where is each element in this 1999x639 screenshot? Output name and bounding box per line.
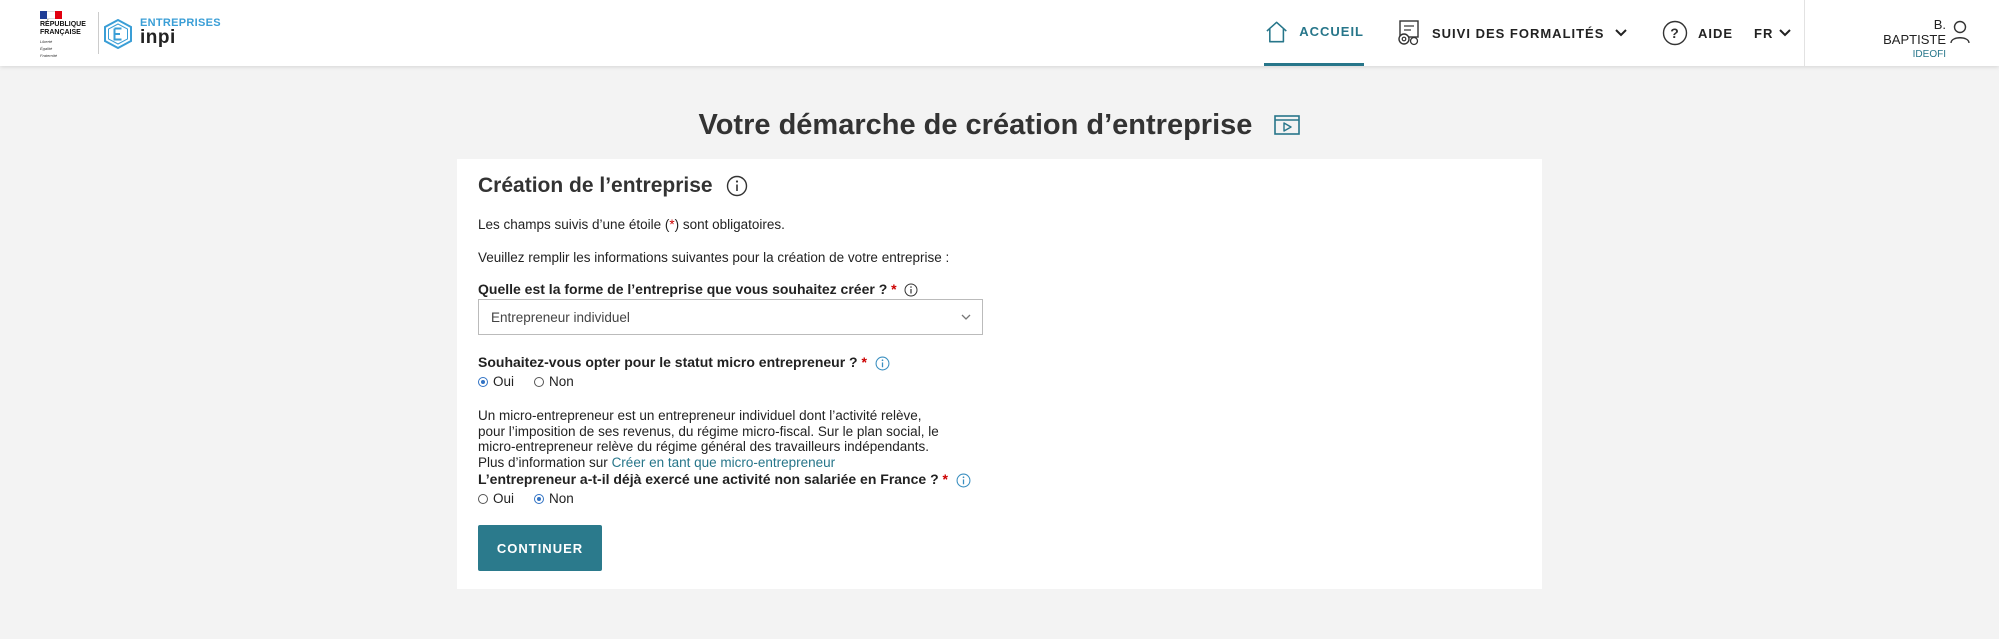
intro-text: Veuillez remplir les informations suivan… — [478, 250, 950, 265]
help-icon: ? — [1662, 20, 1688, 46]
chevron-down-icon — [1779, 29, 1792, 37]
required-note-end: ) sont obligatoires. — [674, 217, 785, 232]
micro-oui-label: Oui — [493, 374, 515, 389]
question-activite-label: L’entrepreneur a-t-il déjà exercé une ac… — [478, 471, 939, 487]
question-micro: Souhaitez-vous opter pour le statut micr… — [478, 354, 890, 371]
page-title: Votre démarche de création d’entreprise — [698, 108, 1253, 141]
page-title-row: Votre démarche de création d’entreprise — [0, 108, 1999, 142]
description-line-2: pour l’imposition de ses revenus, du rég… — [478, 423, 939, 439]
question-activite: L’entrepreneur a-t-il déjà exercé une ac… — [478, 471, 971, 488]
micro-non-radio[interactable] — [534, 376, 545, 387]
info-icon[interactable] — [956, 473, 971, 488]
inpi-e-logo-icon[interactable] — [104, 19, 132, 49]
required-star: * — [861, 354, 867, 370]
rf-motto-2: Égalité — [40, 46, 53, 51]
required-note-start: Les champs suivis d’une étoile ( — [478, 217, 670, 232]
rf-motto-1: Liberté — [40, 39, 53, 44]
activite-non-label: Non — [549, 491, 574, 506]
top-header: RÉPUBLIQUE FRANÇAISE Liberté Égalité Fra… — [0, 0, 1999, 66]
description-more: Plus d’information sur Créer en tant que… — [478, 455, 978, 471]
description-line-1: Un micro-entrepreneur est un entrepreneu… — [478, 408, 922, 423]
forme-entreprise-value: Entrepreneur individuel — [491, 310, 630, 325]
activite-oui-radio[interactable] — [478, 493, 488, 504]
nav-suivi-formalites[interactable]: SUIVI DES FORMALITÉS — [1394, 0, 1628, 66]
home-icon — [1266, 21, 1287, 42]
micro-non-option[interactable]: Non — [534, 374, 574, 389]
micro-entrepreneur-link[interactable]: Créer en tant que micro-entrepreneur — [612, 455, 836, 470]
rf-logo-line-1: RÉPUBLIQUE — [40, 21, 86, 28]
micro-description: Un micro-entrepreneur est un entrepreneu… — [478, 408, 978, 470]
continue-button[interactable]: CONTINUER — [478, 525, 602, 571]
required-star: * — [891, 281, 897, 297]
required-star: * — [942, 471, 948, 487]
nav-aide[interactable]: ? AIDE — [1662, 0, 1733, 66]
micro-non-label: Non — [549, 374, 574, 389]
description-more-prefix: Plus d’information sur — [478, 454, 612, 470]
forme-entreprise-select[interactable]: Entrepreneur individuel — [478, 299, 983, 335]
creation-form-card: Création de l’entreprise Les champs suiv… — [457, 159, 1542, 589]
formalities-gear-icon — [1398, 20, 1419, 46]
rf-motto-3: Fraternité — [40, 53, 58, 58]
republique-francaise-logo[interactable]: RÉPUBLIQUE FRANÇAISE Liberté Égalité Fra… — [40, 11, 94, 58]
nav-accueil-label: ACCUEIL — [1299, 24, 1364, 39]
svg-text:?: ? — [1670, 25, 1680, 41]
activite-oui-option[interactable]: Oui — [478, 491, 514, 506]
micro-radio-group: Oui Non — [478, 374, 594, 389]
video-tutorial-icon[interactable] — [1274, 114, 1301, 136]
question-forme-label: Quelle est la forme de l’entreprise que … — [478, 281, 888, 297]
nav-aide-label: AIDE — [1698, 25, 1734, 41]
user-icon[interactable] — [1950, 20, 1970, 44]
user-name: B. BAPTISTE — [1883, 17, 1946, 47]
question-forme: Quelle est la forme de l’entreprise que … — [478, 281, 918, 297]
nav-accueil[interactable]: ACCUEIL — [1264, 0, 1364, 66]
required-note: Les champs suivis d’une étoile (*) sont … — [478, 217, 785, 232]
french-flag-icon — [40, 11, 62, 19]
card-title-row: Création de l’entreprise — [478, 174, 748, 198]
language-label: FR — [1754, 25, 1774, 41]
question-micro-label: Souhaitez-vous opter pour le statut micr… — [478, 354, 858, 370]
user-org: IDEOFI — [1912, 49, 1946, 60]
activite-non-radio[interactable] — [534, 493, 545, 504]
info-icon[interactable] — [875, 356, 890, 371]
activite-radio-group: Oui Non — [478, 491, 594, 506]
info-icon[interactable] — [904, 283, 918, 297]
activite-oui-label: Oui — [493, 491, 515, 506]
activite-non-option[interactable]: Non — [534, 491, 574, 506]
logo-divider — [98, 12, 99, 54]
nav-divider — [1804, 0, 1805, 66]
nav-suivi-label: SUIVI DES FORMALITÉS — [1432, 25, 1605, 41]
chevron-down-icon — [1615, 29, 1628, 37]
description-line-3: micro-entrepreneur relève du régime géné… — [478, 439, 929, 454]
micro-oui-radio[interactable] — [478, 376, 488, 387]
language-selector[interactable]: FR — [1754, 0, 1792, 66]
rf-logo-line-2: FRANÇAISE — [40, 29, 81, 36]
brand-bottom: inpi — [140, 27, 176, 48]
chevron-down-icon — [961, 314, 971, 320]
card-title: Création de l’entreprise — [478, 174, 713, 197]
info-icon[interactable] — [726, 175, 748, 197]
inpi-brand[interactable]: ENTREPRISES inpi — [140, 17, 221, 47]
user-account[interactable]: B. BAPTISTE IDEOFI — [1868, 17, 1946, 60]
micro-oui-option[interactable]: Oui — [478, 374, 514, 389]
